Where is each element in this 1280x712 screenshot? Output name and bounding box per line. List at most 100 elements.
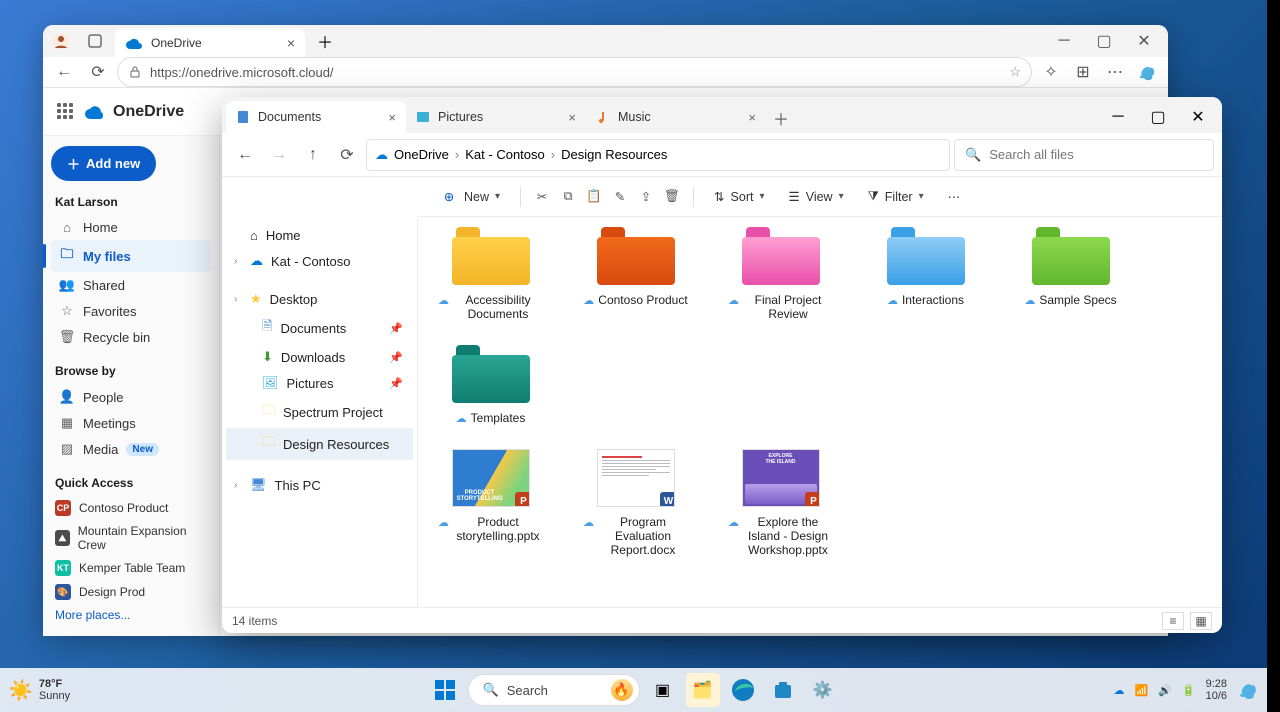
quick-access-item[interactable]: CPContoso Product <box>51 496 211 520</box>
nav-recycle-bin[interactable]: 🗑Recycle bin <box>51 324 211 350</box>
rename-icon[interactable]: ✎ <box>611 188 629 206</box>
nav-spectrum-project[interactable]: 🗀Spectrum Project <box>226 396 413 428</box>
close-button[interactable]: ✕ <box>1124 25 1164 57</box>
volume-icon[interactable]: 🔊 <box>1158 684 1172 697</box>
onedrive-logo[interactable]: OneDrive <box>85 103 184 121</box>
nav-shared[interactable]: 👥Shared <box>51 272 211 298</box>
thumbnails-view-icon[interactable]: ▦ <box>1190 612 1212 630</box>
edge-icon[interactable] <box>726 673 760 707</box>
up-button[interactable]: ↑ <box>298 140 328 170</box>
chevron-right-icon[interactable]: › <box>234 480 237 491</box>
breadcrumb-item[interactable]: Kat - Contoso <box>465 147 545 162</box>
app-launcher-icon[interactable] <box>57 103 75 121</box>
breadcrumb[interactable]: ☁ OneDrive › Kat - Contoso › Design Reso… <box>366 139 950 171</box>
breadcrumb-item[interactable]: OneDrive <box>394 147 449 162</box>
nav-kat-contoso[interactable]: ›☁Kat - Contoso <box>226 248 413 274</box>
close-button[interactable]: ✕ <box>1178 101 1218 133</box>
quick-access-item[interactable]: 🎨Design Prod <box>51 580 211 604</box>
onedrive-tray-icon[interactable]: ☁ <box>1113 684 1124 697</box>
collections-icon[interactable]: ⊞ <box>1068 57 1098 87</box>
browser-tab[interactable]: OneDrive × <box>115 28 305 58</box>
browse-people[interactable]: 👤People <box>51 384 211 410</box>
folder-item[interactable]: ☁Contoso Product <box>583 227 688 321</box>
breadcrumb-item[interactable]: Design Resources <box>561 147 667 162</box>
tab-close-icon[interactable]: × <box>287 35 295 51</box>
explorer-tab[interactable]: Pictures× <box>406 101 586 133</box>
back-button[interactable]: ← <box>49 57 79 87</box>
nav-home[interactable]: ⌂Home <box>51 215 211 240</box>
tab-actions-icon[interactable] <box>81 27 109 55</box>
new-button[interactable]: ⊕New▾ <box>432 184 508 210</box>
quick-access-item[interactable]: ⛰Mountain Expansion Crew <box>51 520 211 556</box>
url-input[interactable]: ☆ <box>117 57 1032 87</box>
url-text[interactable] <box>150 65 1001 80</box>
nav-home[interactable]: ⌂Home <box>226 223 413 248</box>
site-info-icon[interactable] <box>128 65 142 79</box>
details-view-icon[interactable]: ≡ <box>1162 612 1184 630</box>
tab-close-icon[interactable]: × <box>748 110 756 125</box>
pin-icon[interactable]: 📌 <box>389 377 403 390</box>
browse-meetings[interactable]: ▦Meetings <box>51 410 211 436</box>
sort-button[interactable]: ⇅Sort▾ <box>706 185 772 208</box>
minimize-button[interactable]: ─ <box>1098 101 1138 133</box>
minimize-button[interactable]: ─ <box>1044 25 1084 57</box>
new-tab-button[interactable]: ＋ <box>311 27 339 55</box>
chevron-right-icon[interactable]: › <box>234 256 237 267</box>
maximize-button[interactable]: ▢ <box>1084 25 1124 57</box>
nav-downloads[interactable]: ⬇Downloads📌 <box>226 344 413 370</box>
wifi-icon[interactable]: 📶 <box>1134 684 1148 697</box>
refresh-button[interactable]: ⟳ <box>332 140 362 170</box>
paste-icon[interactable]: 📋 <box>585 188 603 206</box>
nav-pictures[interactable]: 🖼Pictures📌 <box>226 370 413 396</box>
settings-icon[interactable]: ⚙️ <box>806 673 840 707</box>
nav-documents[interactable]: 🗎Documents📌 <box>226 312 413 344</box>
folder-item[interactable]: ☁Accessibility Documents <box>438 227 543 321</box>
maximize-button[interactable]: ▢ <box>1138 101 1178 133</box>
nav-favorites[interactable]: ☆Favorites <box>51 298 211 324</box>
delete-icon[interactable]: 🗑 <box>663 188 681 206</box>
favorite-star-icon[interactable]: ☆ <box>1009 64 1021 80</box>
store-icon[interactable] <box>766 673 800 707</box>
filter-button[interactable]: ⧩Filter▾ <box>860 185 932 208</box>
explorer-tab[interactable]: Documents× <box>226 101 406 133</box>
file-item[interactable]: PRODUCTSTORYTELLING P ☁Product storytell… <box>438 449 543 557</box>
copilot-icon[interactable] <box>1132 57 1162 87</box>
clock[interactable]: 9:28 10/6 <box>1206 678 1227 702</box>
task-view-icon[interactable]: ▣ <box>646 673 680 707</box>
forward-button[interactable]: → <box>264 140 294 170</box>
pin-icon[interactable]: 📌 <box>389 351 403 364</box>
search-input[interactable]: 🔍 Search all files <box>954 139 1214 171</box>
file-item[interactable]: W ☁Program Evaluation Report.docx <box>583 449 688 557</box>
share-icon[interactable]: ⇪ <box>637 188 655 206</box>
tab-close-icon[interactable]: × <box>568 110 576 125</box>
nav-desktop[interactable]: ›★Desktop <box>226 286 413 312</box>
profile-icon[interactable] <box>47 27 75 55</box>
folder-item[interactable]: ☁Interactions <box>873 227 978 321</box>
trending-icon[interactable]: 🔥 <box>611 679 633 701</box>
menu-icon[interactable]: ⋯ <box>1100 57 1130 87</box>
nav-this-pc[interactable]: ›🖥This PC <box>226 472 413 498</box>
nav-my-files[interactable]: 🗀My files <box>51 240 211 272</box>
start-button[interactable] <box>428 673 462 707</box>
cut-icon[interactable]: ✂ <box>533 188 551 206</box>
chevron-right-icon[interactable]: › <box>234 294 237 305</box>
explorer-tab[interactable]: Music× <box>586 101 766 133</box>
battery-icon[interactable]: 🔋 <box>1182 684 1196 697</box>
folder-item[interactable]: ☁Sample Specs <box>1018 227 1123 321</box>
favorites-icon[interactable]: ✧ <box>1036 57 1066 87</box>
browse-media[interactable]: ▨MediaNew <box>51 436 211 462</box>
more-button[interactable]: ⋯ <box>940 185 969 208</box>
copilot-tray-icon[interactable] <box>1237 679 1259 701</box>
more-places-link[interactable]: More places... <box>51 604 211 626</box>
taskbar-search[interactable]: 🔍 Search 🔥 <box>468 674 640 706</box>
nav-design-resources[interactable]: 🗀Design Resources <box>226 428 413 460</box>
file-item[interactable]: EXPLORETHE ISLAND P ☁Explore the Island … <box>728 449 833 557</box>
folder-item[interactable]: ☁Final Project Review <box>728 227 833 321</box>
tab-close-icon[interactable]: × <box>388 110 396 125</box>
quick-access-item[interactable]: KTKemper Table Team <box>51 556 211 580</box>
refresh-button[interactable]: ⟳ <box>83 57 113 87</box>
back-button[interactable]: ← <box>230 140 260 170</box>
folder-item[interactable]: ☁Templates <box>438 345 543 425</box>
new-tab-button[interactable]: ＋ <box>766 103 796 133</box>
copy-icon[interactable]: ⧉ <box>559 188 577 206</box>
